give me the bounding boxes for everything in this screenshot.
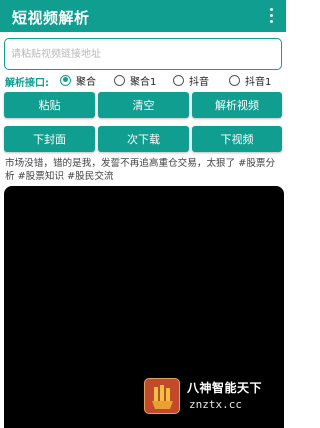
download-next-button[interactable]: 次下载	[98, 126, 189, 152]
interface-label: 解析接口:	[5, 78, 49, 89]
radio-unchecked-icon	[173, 74, 184, 86]
radio-label: 抖音1	[245, 76, 272, 88]
radio-unchecked-icon	[229, 74, 240, 86]
more-vert-icon[interactable]	[266, 8, 276, 24]
radio-douyin1[interactable]: 抖音1	[229, 72, 271, 88]
download-video-button[interactable]: 下视频	[192, 126, 282, 152]
radio-label: 抖音	[189, 76, 209, 88]
radio-juhe1[interactable]: 聚合1	[114, 72, 156, 88]
radio-label: 聚合1	[130, 76, 157, 88]
parse-video-button[interactable]: 解析视频	[192, 92, 282, 118]
video-url-input[interactable]	[4, 38, 282, 70]
radio-juhe[interactable]: 聚合	[60, 72, 96, 88]
watermark: 八神智能天下 znztx.cc	[143, 377, 283, 417]
video-description: 市场没错，错的是我，发誓不再追高重仓交易，太狠了 #股票分析 #股票知识 #股民…	[5, 158, 276, 182]
watermark-url: znztx.cc	[189, 398, 242, 411]
radio-label: 聚合	[76, 76, 96, 88]
app-title: 短视频解析	[12, 9, 90, 27]
app-bar: 短视频解析	[0, 0, 286, 32]
clear-button[interactable]: 清空	[98, 92, 189, 118]
radio-unchecked-icon	[114, 74, 125, 86]
paste-button[interactable]: 粘贴	[4, 92, 95, 118]
watermark-title: 八神智能天下	[187, 381, 263, 395]
download-cover-button[interactable]: 下封面	[4, 126, 95, 152]
radio-checked-icon	[60, 74, 71, 86]
watermark-logo-icon	[144, 378, 180, 414]
radio-douyin[interactable]: 抖音	[173, 72, 209, 88]
